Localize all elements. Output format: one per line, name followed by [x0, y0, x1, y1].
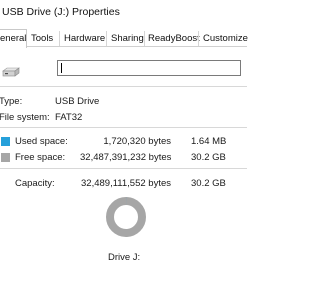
free-space-swatch: [1, 153, 10, 162]
tab-hardware[interactable]: Hardware: [59, 31, 106, 46]
file-system-label: File system:: [0, 112, 50, 123]
drive-caption: Drive J:: [108, 252, 141, 263]
tab-sharing-label: Sharing: [111, 33, 144, 44]
tab-customize[interactable]: Customize: [198, 31, 248, 46]
title-bar: USB Drive (J:) Properties: [0, 0, 247, 24]
capacity-bytes: 32,489,111,552 bytes: [81, 178, 171, 189]
used-space-size: 1.64 MB: [191, 136, 227, 147]
used-space-bytes: 1,720,320 bytes: [103, 136, 171, 147]
free-space-label: Free space:: [15, 152, 66, 163]
tab-tools-label: Tools: [31, 33, 54, 44]
tab-strip: eneral Tools Hardware Sharing ReadyBoost…: [0, 29, 248, 48]
window-title: USB Drive (J:) Properties: [2, 6, 120, 18]
disk-usage-donut: [106, 197, 146, 237]
free-space-bytes: 32,487,391,232 bytes: [80, 152, 172, 163]
text-caret: [61, 63, 62, 73]
separator-middle: [0, 127, 247, 128]
used-space-label: Used space:: [15, 136, 68, 147]
tab-general-label: eneral: [0, 33, 27, 44]
usb-drive-icon: [2, 67, 20, 77]
file-system-value: FAT32: [55, 112, 83, 123]
tab-customize-label: Customize: [203, 33, 248, 44]
tab-readyboost-label: ReadyBoost: [148, 33, 200, 44]
free-space-size: 30.2 GB: [191, 152, 226, 163]
tab-hardware-label: Hardware: [64, 33, 106, 44]
donut-free-segment: [106, 197, 146, 237]
capacity-label: Capacity:: [15, 178, 55, 189]
capacity-size: 30.2 GB: [191, 178, 226, 189]
type-value: USB Drive: [55, 96, 100, 107]
tab-general[interactable]: eneral: [0, 29, 27, 48]
tab-tools[interactable]: Tools: [28, 31, 58, 46]
drive-name-input[interactable]: [57, 60, 241, 76]
used-space-swatch: [1, 137, 10, 146]
separator-bottom: [0, 168, 247, 169]
separator-top: [0, 86, 247, 87]
type-label: Type:: [0, 96, 23, 107]
tab-sharing[interactable]: Sharing: [106, 31, 144, 46]
tab-readyboost[interactable]: ReadyBoost: [144, 31, 200, 46]
